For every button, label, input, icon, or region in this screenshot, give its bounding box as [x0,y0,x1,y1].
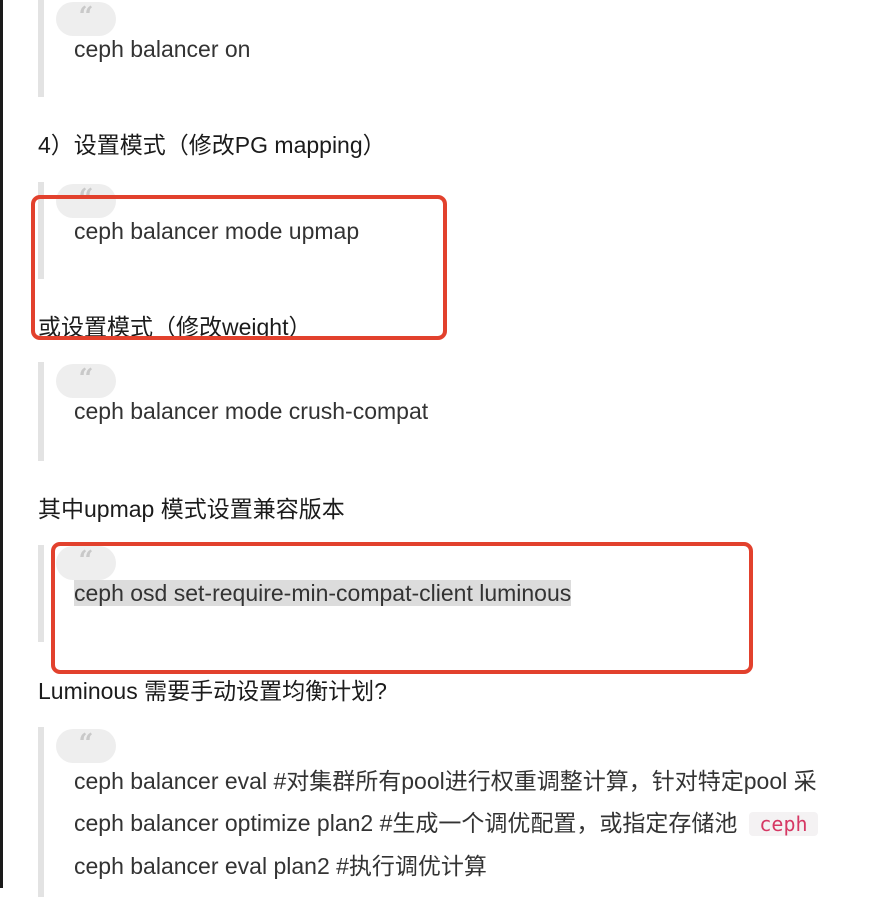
quote-icon: “ [56,364,116,398]
annotation-red-box-compat [51,542,753,674]
inline-code-chip: ceph [749,812,818,836]
window-edge [0,0,3,888]
code-line-balancer-on[interactable]: ceph balancer on [74,36,250,63]
quote-icon: “ [56,729,116,763]
code-line-mode-crush-compat[interactable]: ceph balancer mode crush-compat [74,398,428,425]
code-line-optimize-text: ceph balancer optimize plan2 #生成一个调优配置，或… [74,810,738,836]
code-line-balancer-eval-plan2[interactable]: ceph balancer eval plan2 #执行调优计算 [74,847,487,881]
quote-icon: “ [56,2,116,36]
heading-luminous-manual-plan: Luminous 需要手动设置均衡计划? [38,678,387,704]
code-line-balancer-optimize[interactable]: ceph balancer optimize plan2 #生成一个调优配置，或… [74,804,818,838]
heading-set-mode-pg-mapping: 4）设置模式（修改PG mapping） [38,132,386,158]
annotation-red-box-upmap [31,195,447,340]
heading-upmap-compat-version: 其中upmap 模式设置兼容版本 [38,496,345,522]
code-line-balancer-eval[interactable]: ceph balancer eval #对集群所有pool进行权重调整计算，针对… [74,762,817,796]
